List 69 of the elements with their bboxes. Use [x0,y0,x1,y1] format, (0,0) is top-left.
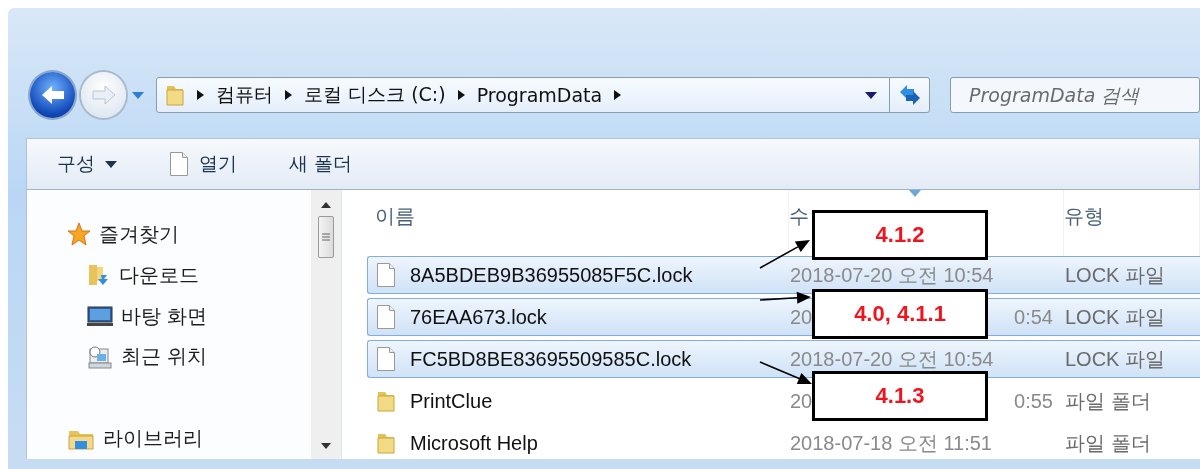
sidebar-item[interactable]: 라이브러리 [67,418,311,459]
breadcrumb-arrow-icon [614,90,622,100]
scrollbar[interactable] [311,190,341,459]
file-name: 76EAA673.lock [410,305,547,329]
callout-tooltip: 4.1.2 [812,210,988,260]
grip-icon [322,233,330,241]
file-name: PrintClue [410,389,493,413]
modified-date: 20 [790,305,813,329]
file-icon [169,151,189,177]
caret-icon [132,91,145,99]
address-bar[interactable]: 컴퓨터 로컬 디스크 (C:) ProgramData [156,77,930,113]
recent-places-icon [87,344,113,369]
search-field[interactable]: ProgramData 검색 [950,77,1200,113]
forward-button[interactable] [81,72,127,118]
toolbar-button[interactable]: 새 폴더 [283,147,359,181]
file-type: LOCK 파일 [1065,347,1166,370]
modified-date: 2018-07-20 오전 10:54 [790,346,994,372]
arrow-right-icon [91,85,116,105]
folder-icon [376,389,396,413]
scrollbar-thumb[interactable] [318,216,334,258]
toolbar-button[interactable]: 구성 [51,147,123,181]
arrow [759,291,811,304]
file-icon [376,262,396,288]
sidebar-item[interactable]: 바탕 화면 [87,295,311,337]
back-button[interactable] [30,72,76,118]
file-icon [376,304,396,330]
callout-tooltip: 4.0, 4.1.1 [812,289,988,339]
monitor-icon [87,305,113,328]
arrow [759,240,810,269]
column-header[interactable]: 유형 [1064,203,1104,230]
modified-date: 2018-07-20 오전 10:54 [790,262,994,288]
star-icon [67,222,91,247]
modified-date: 0:55 [1014,389,1053,413]
file-name: FC5BD8BE83695509585C.lock [410,347,692,371]
file-type: 파일 폴더 [1065,389,1151,412]
callout-tooltip: 4.1.3 [812,371,988,421]
toolbar-button[interactable]: 열기 [163,147,243,181]
modified-date: 2018-07-18 오전 11:51 [790,430,992,456]
sidebar-item[interactable]: 즐겨찾기 [67,214,311,255]
file-type: LOCK 파일 [1065,263,1166,286]
file-icon [376,346,396,372]
scroll-down-icon [321,443,331,449]
address-dropdown[interactable] [865,91,877,99]
file-name: Microsoft Help [410,431,538,455]
breadcrumb[interactable]: ProgramData [476,84,603,106]
sidebar-item[interactable]: 최근 위치 [87,336,311,378]
file-row[interactable]: FC5BD8BE83695509585C.lock 2018-07-20 오전 10:54 LOCK 파일 [367,340,1200,378]
folder-icon [376,431,396,455]
breadcrumb[interactable]: 로컬 디스크 (C:) [304,82,446,108]
column-header[interactable]: 이름 [375,203,415,230]
breadcrumb-arrow-icon [285,90,293,100]
file-type: 파일 폴더 [1065,431,1151,454]
download-folder-icon [87,263,111,288]
column-header[interactable]: 수 [789,203,809,230]
sidebar-item[interactable]: 다운로드 [87,254,311,296]
breadcrumb[interactable]: 컴퓨터 [216,82,274,108]
folder-icon [165,83,186,107]
scroll-up-icon [321,202,331,208]
breadcrumb-arrow-icon [457,90,465,100]
file-type: LOCK 파일 [1065,305,1166,328]
arrow-left-icon [40,85,65,105]
file-row[interactable]: 8A5BDEB9B36955085F5C.lock 2018-07-20 오전 10:54 LOCK 파일 [367,256,1200,294]
caret-icon [865,91,877,99]
modified-date: 20 [790,389,813,413]
history-dropdown[interactable] [132,91,145,99]
caret-icon [105,160,117,168]
modified-date: 0:54 [1014,305,1053,329]
breadcrumb-arrow-icon [197,90,205,100]
file-name: 8A5BDEB9B36955085F5C.lock [410,263,693,287]
